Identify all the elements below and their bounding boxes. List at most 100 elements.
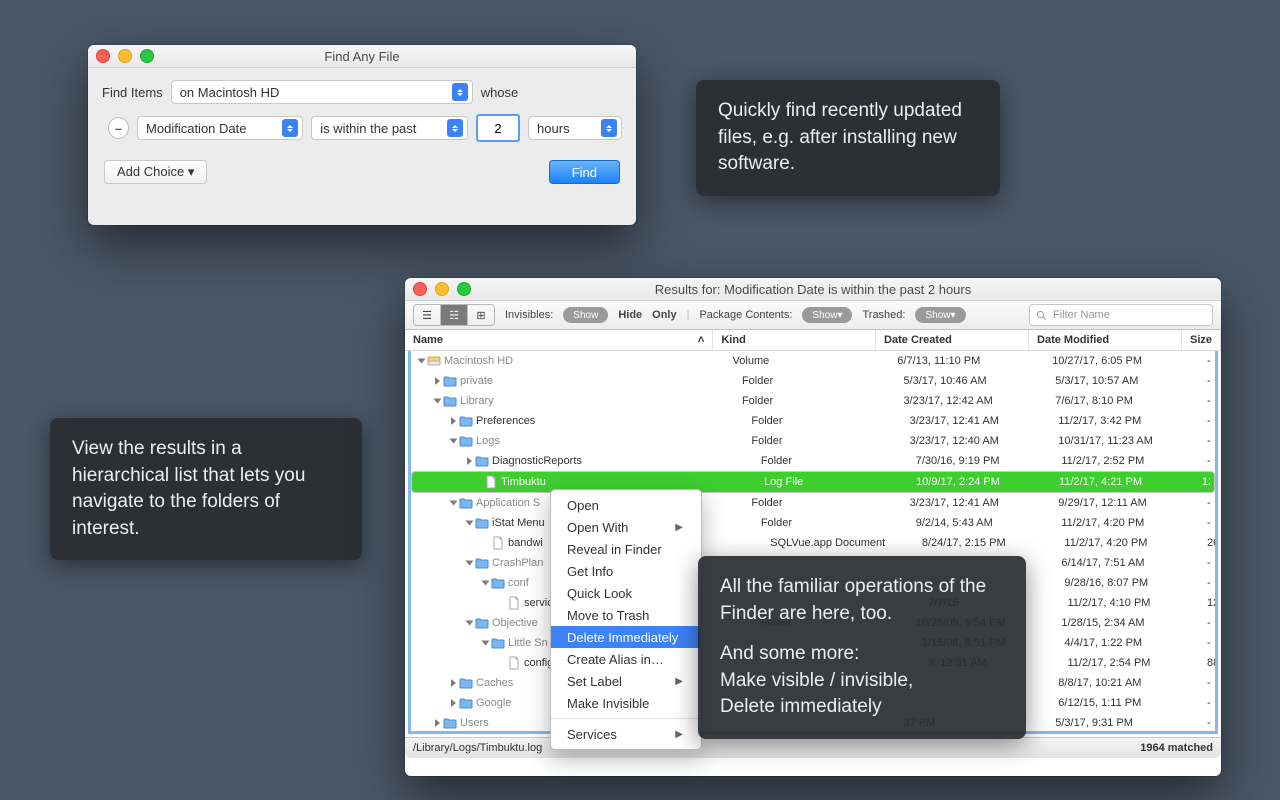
menu-item-label: Reveal in Finder [567,542,662,557]
disclosure-triangle-icon[interactable] [450,439,458,444]
cell: 10/31/17, 11:23 AM [1050,435,1199,447]
table-row[interactable]: privateFolder5/3/17, 10:46 AM5/3/17, 10:… [411,371,1215,391]
menu-item[interactable]: Reveal in Finder [551,538,701,560]
menu-item[interactable]: Move to Trash [551,604,701,626]
disclosure-triangle-icon[interactable] [418,359,426,364]
disclosure-triangle-icon[interactable] [450,501,458,506]
menu-item[interactable]: Open [551,494,701,516]
trashed-show-button[interactable]: Show ▾ [915,307,965,323]
disclosure-triangle-icon[interactable] [482,581,490,586]
titlebar[interactable]: Find Any File [88,45,636,68]
disclosure-triangle-icon[interactable] [451,417,456,425]
cell: 5/3/17, 10:46 AM [895,375,1047,387]
unit-select[interactable]: hours [528,116,622,140]
list-view-icon[interactable]: ☰ [414,305,441,325]
find-button[interactable]: Find [549,160,620,184]
view-mode-segment[interactable]: ☰ ☵ ⊞ [413,304,495,326]
cell: 8/8/17, 10:21 AM [1050,677,1199,689]
menu-item-label: Services [567,727,617,742]
row-name: Timbuktu [501,476,546,488]
folder-icon [443,374,457,388]
table-row[interactable]: LogsFolder3/23/17, 12:40 AM10/31/17, 11:… [411,431,1215,451]
row-name: servic [524,597,553,609]
tree-view-icon[interactable]: ☵ [441,305,468,325]
cell: 123 K [1194,476,1210,488]
col-name[interactable]: Name˄ [405,330,713,350]
disclosure-triangle-icon[interactable] [466,561,474,566]
row-name: iStat Menu [492,517,545,529]
menu-item[interactable]: Get Info [551,560,701,582]
row-name: Users [460,717,489,729]
disclosure-triangle-icon[interactable] [466,621,474,626]
row-name: Application S [476,497,540,509]
disclosure-triangle-icon[interactable] [451,679,456,687]
invisibles-show-button[interactable]: Show [563,307,608,323]
table-row[interactable]: Macintosh HDVolume6/7/13, 11:10 PM10/27/… [411,351,1215,371]
attribute-value: Modification Date [146,121,246,136]
disclosure-triangle-icon[interactable] [466,521,474,526]
grid-view-icon[interactable]: ⊞ [468,305,494,325]
row-name: Macintosh HD [444,355,513,367]
table-row[interactable]: bandwiSQLVue.app Document8/24/17, 2:15 P… [411,533,1215,553]
cell: - [1199,455,1215,467]
trashed-label: Trashed: [862,309,905,321]
add-choice-button[interactable]: Add Choice ▾ [104,160,207,184]
menu-item-label: Open With [567,520,628,535]
invisibles-only-button[interactable]: Only [652,309,676,321]
col-modified[interactable]: Date Modified [1029,330,1182,350]
disclosure-triangle-icon[interactable] [435,377,440,385]
menu-item[interactable]: Make Invisible [551,692,701,714]
operator-select[interactable]: is within the past [311,116,468,140]
operator-value: is within the past [320,121,416,136]
table-row[interactable]: DiagnosticReportsFolder7/30/16, 9:19 PM1… [411,451,1215,471]
filter-name-input[interactable]: Filter Name [1029,304,1213,326]
cell: 262 K [1199,537,1215,549]
chevron-right-icon: ▶ [675,522,683,533]
menu-item[interactable]: Services▶ [551,723,701,745]
table-row[interactable]: PreferencesFolder3/23/17, 12:41 AM11/2/1… [411,411,1215,431]
table-row[interactable]: TimbuktuLog File10/9/17, 2:24 PM11/2/17,… [411,471,1215,493]
folder-icon [459,414,473,428]
col-size[interactable]: Size [1182,330,1221,350]
invisibles-hide-button[interactable]: Hide [618,309,642,321]
doc-icon [484,475,498,489]
location-select[interactable]: on Macintosh HD [171,80,473,104]
cell: Folder [753,517,908,529]
doc-icon [491,536,505,550]
cell: - [1199,375,1215,387]
callout-text: Quickly find recently updated files, e.g… [696,80,1000,196]
context-menu[interactable]: Open Open With ▶ Reveal in Finder Get InfoQu… [550,489,702,750]
table-row[interactable]: LibraryFolder3/23/17, 12:42 AM7/6/17, 8:… [411,391,1215,411]
menu-item[interactable]: Set Label▶ [551,670,701,692]
titlebar[interactable]: Results for: Modification Date is within… [405,278,1221,301]
disclosure-triangle-icon[interactable] [467,457,472,465]
remove-criterion-button[interactable]: – [108,117,129,139]
folder-icon [475,556,489,570]
disclosure-triangle-icon[interactable] [435,719,440,727]
menu-item[interactable]: Open With ▶ [551,516,701,538]
cell: 3/23/17, 12:42 AM [895,395,1047,407]
cell: Volume [725,355,890,367]
search-icon [1036,310,1047,321]
menu-item[interactable]: Quick Look [551,582,701,604]
status-path: /Library/Logs/Timbuktu.log [413,742,542,754]
col-kind[interactable]: Kind [713,330,876,350]
value-input[interactable] [476,114,520,142]
disclosure-triangle-icon[interactable] [434,399,442,404]
menu-item-label: Create Alias in… [567,652,664,667]
cell: Folder [743,415,901,427]
disclosure-triangle-icon[interactable] [482,641,490,646]
cell: 11/2/17, 4:20 PM [1053,517,1199,529]
col-created[interactable]: Date Created [876,330,1029,350]
table-row[interactable]: Application SFolder3/23/17, 12:41 AM9/29… [411,493,1215,513]
menu-item[interactable]: Delete Immediately [551,626,701,648]
disclosure-triangle-icon[interactable] [451,699,456,707]
table-row[interactable]: iStat MenuFolder9/2/14, 5:43 AM11/2/17, … [411,513,1215,533]
whose-label: whose [481,85,519,100]
cell: 6/14/17, 7:51 AM [1053,557,1199,569]
attribute-select[interactable]: Modification Date [137,116,303,140]
chevron-updown-icon [452,83,468,101]
doc-icon [507,596,521,610]
package-show-button[interactable]: Show ▾ [802,307,852,323]
menu-item[interactable]: Create Alias in… [551,648,701,670]
